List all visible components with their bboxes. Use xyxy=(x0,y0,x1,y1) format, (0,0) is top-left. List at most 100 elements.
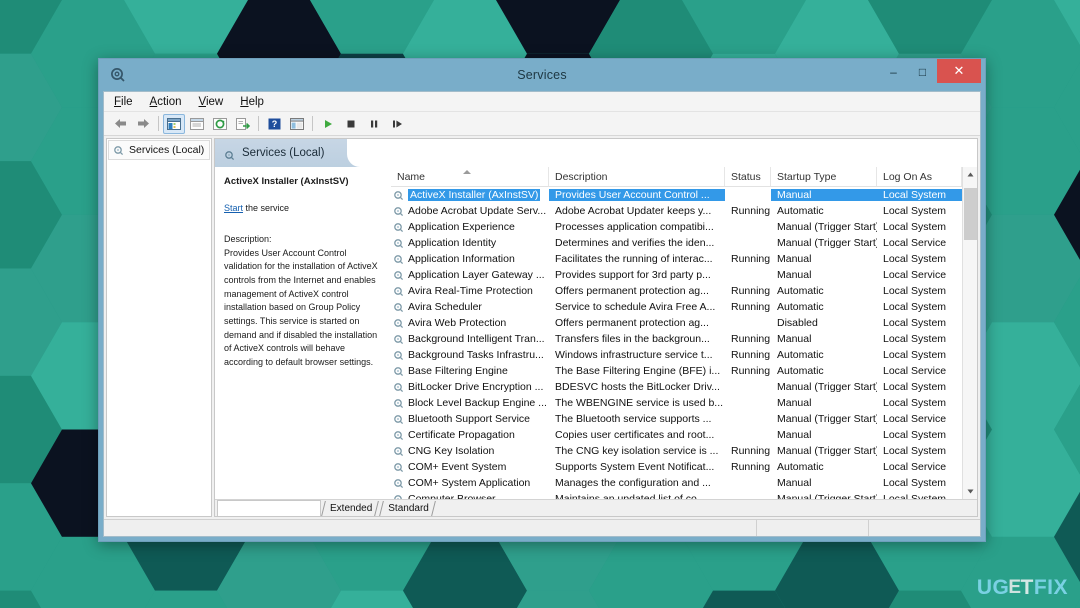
service-gear-icon xyxy=(393,238,404,249)
tool-bar: ? xyxy=(104,112,980,136)
table-row[interactable]: Application Experience Processes applicat… xyxy=(391,219,962,235)
menu-item-help[interactable]: Help xyxy=(240,96,264,108)
service-detail-panel: ActiveX Installer (AxInstSV) Start the s… xyxy=(215,167,391,499)
column-header-status[interactable]: Status xyxy=(725,167,771,186)
column-header-startup[interactable]: Startup Type xyxy=(771,167,877,186)
close-button[interactable]: ✕ xyxy=(937,59,981,83)
tree-item-services-local[interactable]: Services (Local) xyxy=(108,140,210,160)
tree-item-label: Services (Local) xyxy=(129,144,205,156)
cell-desc: Offers permanent protection ag... xyxy=(555,285,709,297)
cell-status: Running xyxy=(731,285,771,297)
table-row[interactable]: Application Layer Gateway ... Provides su… xyxy=(391,267,962,283)
refresh-icon[interactable] xyxy=(209,114,231,134)
cell-logon: Local System xyxy=(883,205,947,217)
table-row[interactable]: COM+ Event System Supports System Event N… xyxy=(391,459,962,475)
vertical-scrollbar[interactable] xyxy=(962,167,977,499)
minimize-button[interactable]: – xyxy=(879,61,908,83)
column-header-label: Startup Type xyxy=(777,170,837,183)
services-gear-icon xyxy=(109,66,127,84)
tab-extended-label: Extended xyxy=(330,502,373,514)
cell-desc: BDESVC hosts the BitLocker Driv... xyxy=(555,381,720,393)
column-header-name[interactable]: Name xyxy=(391,167,549,186)
table-row[interactable]: Base Filtering Engine The Base Filtering … xyxy=(391,363,962,379)
cell-logon: Local System xyxy=(883,397,947,409)
service-gear-icon xyxy=(393,286,404,297)
help-icon[interactable]: ? xyxy=(263,114,285,134)
column-header-label: Name xyxy=(397,170,426,183)
menu-item-action[interactable]: Action xyxy=(150,96,182,108)
service-gear-icon xyxy=(393,334,404,345)
cell-name: Base Filtering Engine xyxy=(391,365,549,377)
cell-name-label: Background Tasks Infrastru... xyxy=(408,349,544,361)
view-tabs: Extended Standard xyxy=(215,499,977,516)
column-header-desc[interactable]: Description xyxy=(549,167,725,186)
cell-status: Running xyxy=(731,349,771,361)
table-row[interactable]: Background Tasks Infrastru... Windows inf… xyxy=(391,347,962,363)
cell-name-label: BitLocker Drive Encryption ... xyxy=(408,381,544,393)
show-hide-tree-icon[interactable] xyxy=(163,113,185,134)
table-row[interactable]: Computer Browser Maintains an updated lis… xyxy=(391,491,962,499)
menu-item-file[interactable]: File xyxy=(114,96,133,108)
back-arrow-icon[interactable] xyxy=(109,114,131,134)
column-header-logon[interactable]: Log On As xyxy=(877,167,962,186)
service-gear-icon xyxy=(393,206,404,217)
scrollbar-thumb[interactable] xyxy=(963,188,977,240)
tab-standard[interactable]: Standard xyxy=(379,500,436,516)
table-row[interactable]: COM+ System Application Manages the confi… xyxy=(391,475,962,491)
table-row[interactable]: Adobe Acrobat Update Serv... Adobe Acroba… xyxy=(391,203,962,219)
table-row[interactable]: Background Intelligent Tran... Transfers … xyxy=(391,331,962,347)
table-row[interactable]: Application Identity Determines and verif… xyxy=(391,235,962,251)
toolbar-separator-1 xyxy=(158,116,159,131)
cell-name: Application Experience xyxy=(391,221,549,233)
table-row[interactable]: ActiveX Installer (AxInstSV) Provides Use… xyxy=(391,187,962,203)
maximize-button[interactable]: □ xyxy=(908,61,937,83)
cell-logon: Local System xyxy=(883,285,947,297)
scroll-down-arrow-icon[interactable] xyxy=(963,484,978,499)
export-list-icon[interactable] xyxy=(232,114,254,134)
show-pane-icon[interactable] xyxy=(286,114,308,134)
cell-name-label: Base Filtering Engine xyxy=(408,365,508,377)
ugetfix-watermark: UG E T FIX xyxy=(977,576,1068,600)
scroll-up-arrow-icon[interactable] xyxy=(963,167,978,182)
start-service-icon[interactable] xyxy=(317,114,339,134)
table-row[interactable]: Certificate Propagation Copies user certi… xyxy=(391,427,962,443)
list-rows-container[interactable]: ActiveX Installer (AxInstSV) Provides Use… xyxy=(391,187,962,499)
properties-icon[interactable] xyxy=(186,114,208,134)
menu-item-view[interactable]: View xyxy=(199,96,224,108)
cell-name-label: Application Information xyxy=(408,253,515,265)
table-row[interactable]: Block Level Backup Engine ... The WBENGIN… xyxy=(391,395,962,411)
cell-desc: Provides support for 3rd party p... xyxy=(555,269,711,281)
cell-name: Certificate Propagation xyxy=(391,429,549,441)
scrollbar-track[interactable] xyxy=(963,182,978,484)
console-tree-pane: Services (Local) xyxy=(106,138,212,517)
cell-desc: Copies user certificates and root... xyxy=(555,429,715,441)
window-title-bar[interactable]: Services – □ ✕ xyxy=(103,59,981,91)
services-gear-icon xyxy=(113,145,124,156)
window-title: Services xyxy=(517,68,567,82)
cell-startup: Manual (Trigger Start) xyxy=(777,237,877,249)
restart-service-icon[interactable] xyxy=(386,114,408,134)
table-row[interactable]: Avira Real-Time Protection Offers permane… xyxy=(391,283,962,299)
table-row[interactable]: Bluetooth Support Service The Bluetooth s… xyxy=(391,411,962,427)
table-row[interactable]: Avira Scheduler Service to schedule Avira… xyxy=(391,299,962,315)
service-gear-icon xyxy=(393,462,404,473)
pause-service-icon[interactable] xyxy=(363,114,385,134)
stop-service-icon[interactable] xyxy=(340,114,362,134)
cell-logon: Local System xyxy=(883,253,947,265)
cell-name: COM+ Event System xyxy=(391,461,549,473)
cell-name-label: ActiveX Installer (AxInstSV) xyxy=(408,189,541,201)
tab-extended[interactable]: Extended xyxy=(321,500,380,516)
cell-logon: Local System xyxy=(883,477,947,489)
start-service-link[interactable]: Start xyxy=(224,203,243,213)
table-row[interactable]: Avira Web Protection Offers permanent pro… xyxy=(391,315,962,331)
service-gear-icon xyxy=(393,382,404,393)
table-row[interactable]: BitLocker Drive Encryption ... BDESVC hos… xyxy=(391,379,962,395)
cell-name: Application Layer Gateway ... xyxy=(391,269,549,281)
pane-split: ActiveX Installer (AxInstSV) Start the s… xyxy=(215,167,977,499)
table-row[interactable]: CNG Key Isolation The CNG key isolation s… xyxy=(391,443,962,459)
status-bar-cell-1 xyxy=(756,520,868,536)
forward-arrow-icon[interactable] xyxy=(132,114,154,134)
table-row[interactable]: Application Information Facilitates the r… xyxy=(391,251,962,267)
service-gear-icon xyxy=(393,318,404,329)
cell-startup: Automatic xyxy=(777,349,824,361)
